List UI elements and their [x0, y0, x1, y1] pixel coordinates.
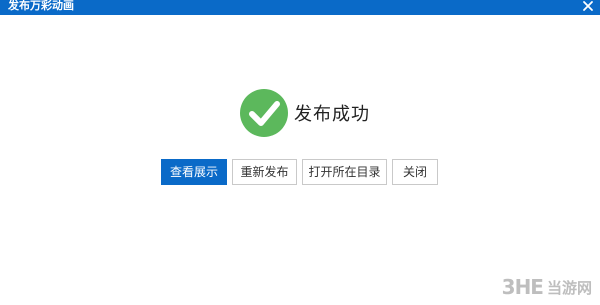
window-title: 发布万彩动画: [8, 0, 74, 12]
publish-dialog: 发布万彩动画 发布成功 查看展示 重新发布 打开所在目录 关闭 3HE 当游网: [0, 0, 600, 305]
success-status: 发布成功: [240, 89, 370, 137]
watermark-logo: 3HE: [501, 275, 544, 299]
title-bar: 发布万彩动画: [0, 0, 600, 15]
close-icon[interactable]: [582, 0, 594, 12]
view-showcase-button[interactable]: 查看展示: [161, 159, 227, 185]
republish-button[interactable]: 重新发布: [232, 159, 297, 185]
success-message: 发布成功: [294, 104, 370, 125]
watermark-text: 当游网: [546, 278, 592, 297]
watermark: 3HE 当游网: [502, 275, 592, 299]
checkmark-circle-icon: [240, 89, 288, 137]
close-button[interactable]: 关闭: [392, 159, 438, 185]
open-folder-button[interactable]: 打开所在目录: [302, 159, 387, 185]
